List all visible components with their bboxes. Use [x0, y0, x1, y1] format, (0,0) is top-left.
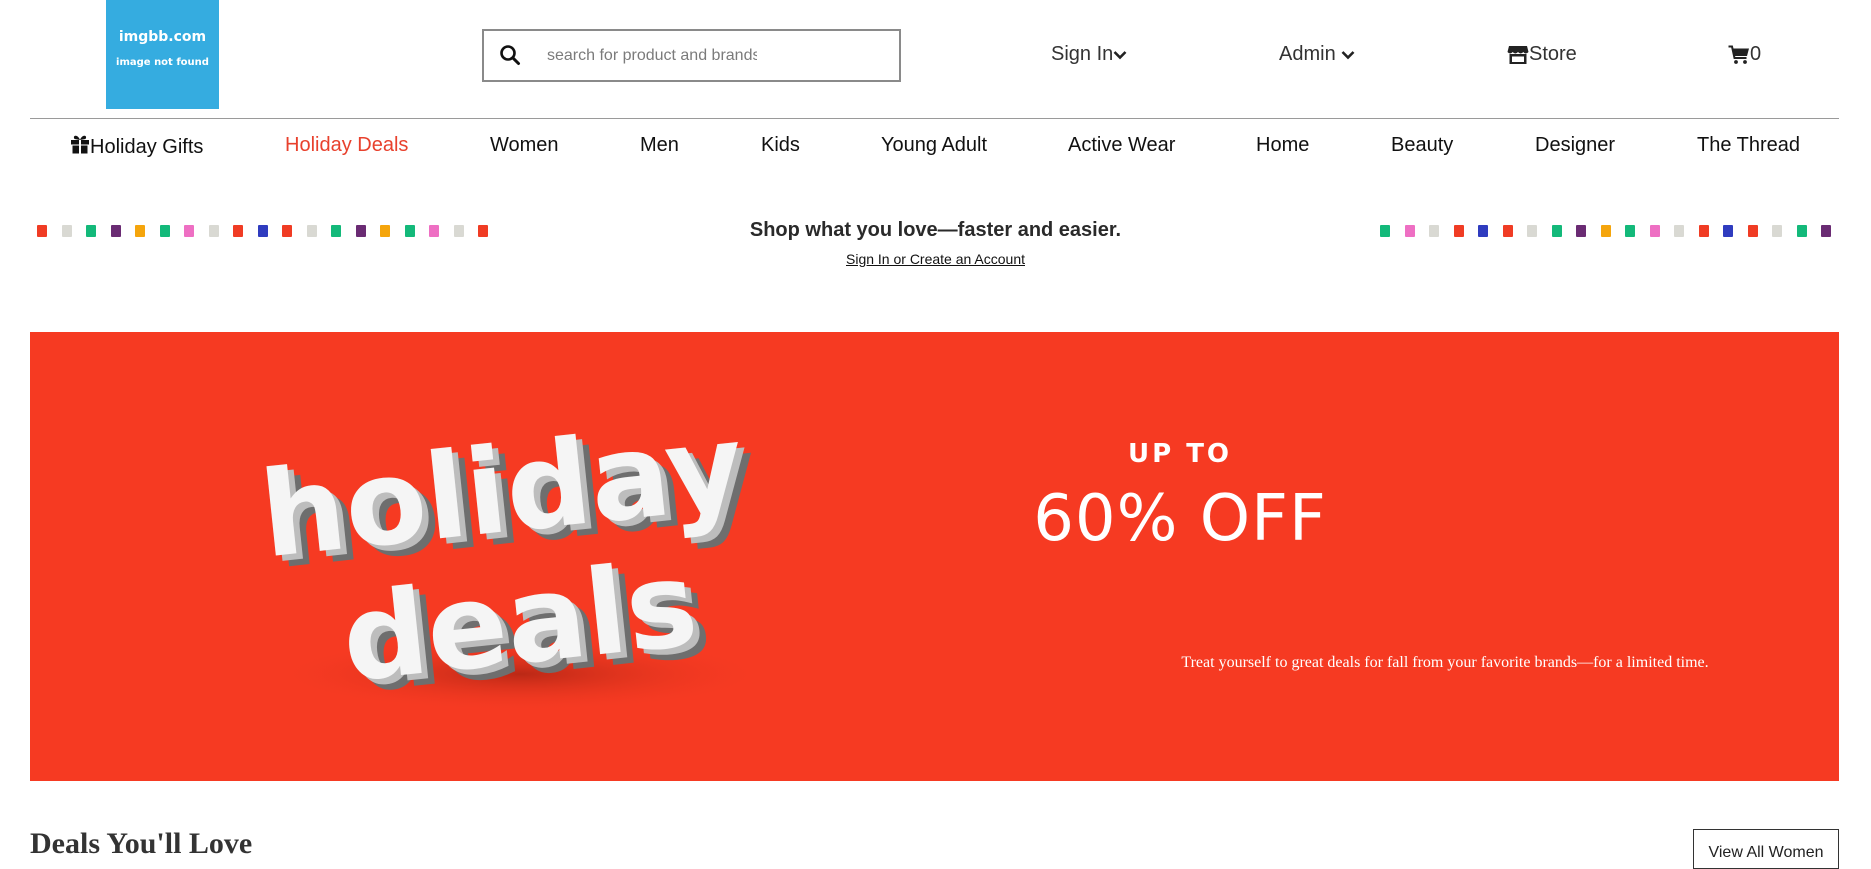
hero-subtext: Treat yourself to great deals for fall f… — [1181, 654, 1709, 671]
store-label: Store — [1529, 43, 1577, 65]
confetti-dot — [1502, 225, 1513, 237]
confetti-dots-right — [1380, 225, 1835, 239]
up-to-label: UP TO — [1127, 439, 1233, 469]
nav-designer[interactable]: Designer — [1535, 134, 1615, 157]
view-all-women-button[interactable]: View All Women — [1693, 829, 1839, 869]
confetti-dot — [1723, 225, 1733, 237]
nav-men[interactable]: Men — [640, 134, 679, 157]
holiday-deals-artwork: holiday holiday holiday deals deals deal… — [260, 412, 770, 712]
confetti-dot — [1404, 225, 1415, 237]
store-icon — [1507, 45, 1529, 65]
header-divider — [30, 118, 1839, 119]
nav-label: Men — [640, 134, 679, 156]
section-title: Deals You'll Love — [30, 827, 253, 860]
confetti-dot — [1674, 225, 1684, 237]
logo-text: imgbb.com — [118, 29, 207, 45]
confetti-dot — [1747, 225, 1758, 237]
nav-label: The Thread — [1697, 134, 1801, 156]
nav-young-adult[interactable]: Young Adult — [881, 134, 987, 157]
confetti-dot — [1551, 225, 1562, 237]
nav-kids[interactable]: Kids — [761, 134, 800, 157]
discount-label: 60% OFF — [1033, 482, 1327, 556]
confetti-dot — [1698, 225, 1709, 237]
nav-label: Kids — [761, 134, 800, 156]
confetti-dot — [1429, 225, 1439, 237]
confetti-dot — [1796, 225, 1807, 237]
nav-holiday-deals[interactable]: Holiday Deals — [285, 134, 408, 157]
nav-label: Beauty — [1391, 134, 1454, 156]
nav-holiday-gifts[interactable]: Holiday Gifts — [70, 134, 203, 160]
nav-the-thread[interactable]: The Thread — [1697, 134, 1800, 157]
confetti-dot — [1576, 225, 1586, 237]
nav-label: Active Wear — [1068, 134, 1176, 156]
chevron-down-icon — [1341, 50, 1355, 60]
confetti-dot — [1625, 225, 1635, 237]
nav-active-wear[interactable]: Active Wear — [1068, 134, 1175, 157]
site-logo[interactable]: imgbb.com image not found — [106, 0, 219, 109]
sign-in-label: Sign In — [1051, 43, 1114, 65]
confetti-dot — [1380, 225, 1390, 237]
nav-label: Holiday Gifts — [90, 135, 204, 158]
confetti-dot — [1772, 225, 1782, 237]
hero-banner[interactable]: holiday holiday holiday deals deals deal… — [30, 332, 1839, 781]
search-box — [482, 29, 901, 82]
sign-in-create-account-link[interactable]: Sign In or Create an Account — [846, 251, 1025, 267]
search-input[interactable] — [547, 44, 757, 68]
nav-label: Designer — [1535, 134, 1616, 156]
cart-count: 0 — [1750, 43, 1762, 65]
cart-link[interactable]: 0 — [1728, 43, 1761, 66]
cart-icon — [1728, 45, 1750, 65]
nav-beauty[interactable]: Beauty — [1391, 134, 1453, 157]
store-link[interactable]: Store — [1507, 43, 1577, 66]
sign-in-menu[interactable]: Sign In — [1051, 43, 1127, 66]
nav-women[interactable]: Women — [490, 134, 559, 157]
gift-icon — [70, 134, 90, 160]
confetti-dot — [1478, 225, 1488, 237]
nav-label: Women — [490, 134, 559, 156]
confetti-dot — [1649, 225, 1660, 237]
nav-label: Home — [1256, 134, 1310, 156]
confetti-dot — [1527, 225, 1537, 237]
nav-label: Holiday Deals — [285, 134, 409, 156]
admin-label: Admin — [1279, 43, 1336, 65]
logo-subtext: image not found — [116, 57, 209, 68]
confetti-dot — [1453, 225, 1464, 237]
chevron-down-icon — [1113, 50, 1127, 60]
search-icon[interactable] — [499, 44, 521, 66]
nav-home[interactable]: Home — [1256, 134, 1309, 157]
confetti-dot — [1821, 225, 1831, 237]
confetti-dot — [1600, 225, 1611, 237]
nav-label: Young Adult — [881, 134, 988, 156]
admin-menu[interactable]: Admin — [1279, 43, 1355, 66]
